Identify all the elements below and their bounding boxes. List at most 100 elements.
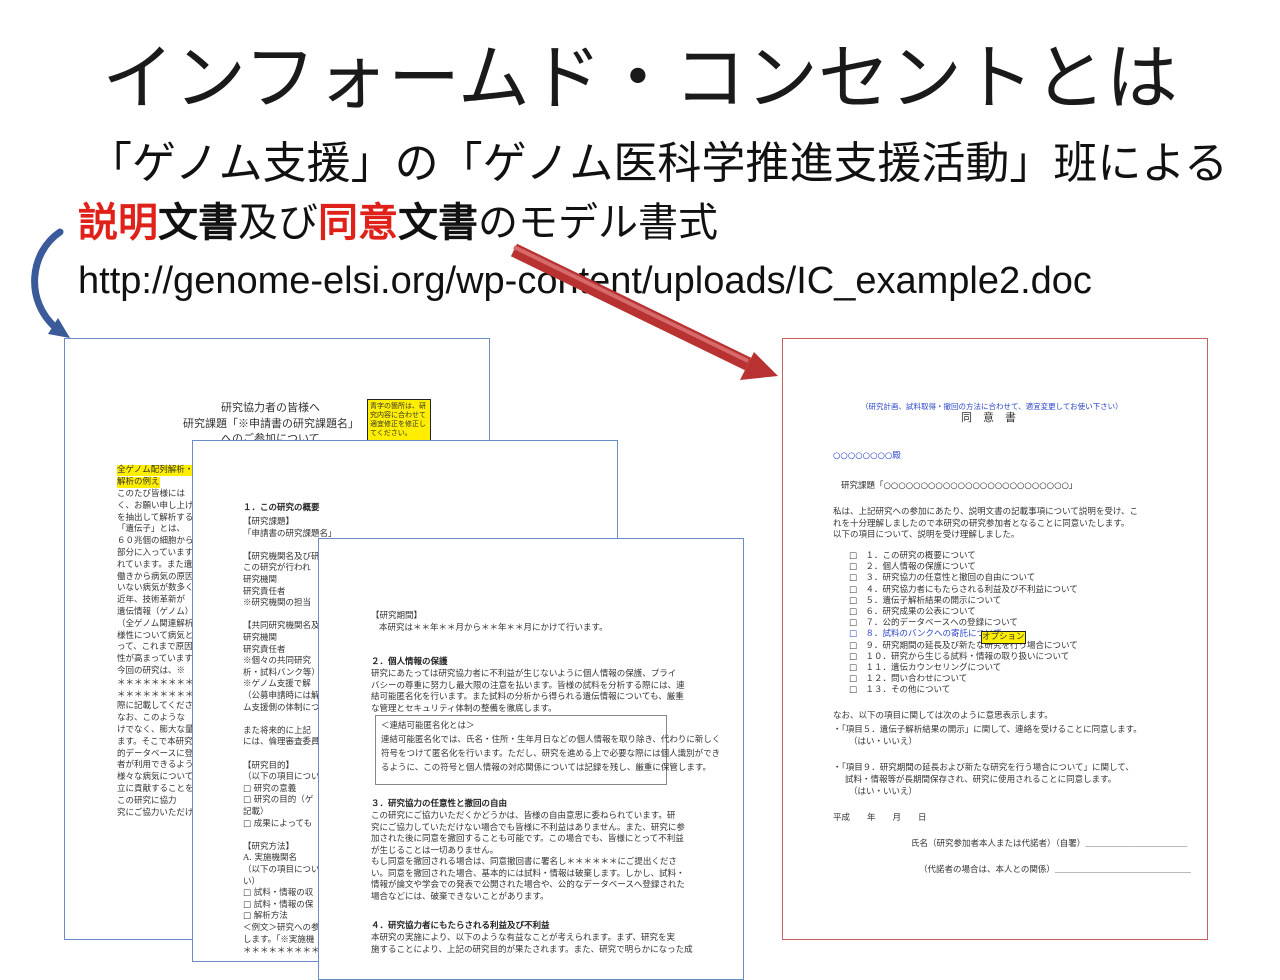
doc-b-body-line: □ 成果によっても [243,818,313,829]
doc-c-section-2-line: バシーの尊重に努力し最大限の注意を払います。皆様の試料を分析する際には、連 [371,680,685,691]
doc-c-box-line: 符号をつけて匿名化を行います。ただし、研究を進める上で必要な際には個人識別ができ [381,749,721,759]
doc-c-heading-4: ４．研究協力者にもたらされる利益及び不利益 [371,921,550,931]
doc-a-highlight-1: 全ゲノム配列解析・ [117,465,194,476]
doc-b-body-line: 【研究課題】 [243,517,295,527]
slide-title: インフォームド・コンセントとは [102,36,1178,120]
doc-d-title: 同 意 書 [961,411,1016,424]
doc-b-body-line: 研究機関 [243,633,278,643]
doc-a-body-line: 的データベースに登 [117,748,194,759]
doc-d-q2-answer: （はい・いいえ） [849,787,918,797]
doc-d-option-tag: オプション [981,631,1026,644]
doc-d-checklist-item-line: □ １３．その他について [849,685,951,696]
doc-d-signature: 氏名（研究参加者本人または代諾者）（自署）＿＿＿＿＿＿＿＿＿＿＿＿ [911,839,1188,849]
doc-b-body-line: □ 解析方法 [243,911,288,922]
doc-d-addressee: ○○○○○○○○殿 [833,451,901,461]
doc-c-box-line: るように、この符号と個人情報の対応関係については記録を残し、厳重に保管します。 [381,763,711,773]
doc-b-body-line: 研究責任者 [243,644,286,655]
doc-b-body-line: ※個々の共同研究 [243,656,312,667]
doc-c-section-3-line: もし同意を撤回される場合は、同意撤回書に署名し＊＊＊＊＊＊にご提出くださ [371,857,677,867]
doc-c-box-line: ＜連結可能匿名化とは＞ [381,721,475,731]
doc-b-body-line: （以下の項目につい [243,772,320,783]
doc-d-checklist-item-line: □ １０．研究から生じる試料・情報の取り扱いについて [849,651,1070,662]
doc-a-body-line: なお、このような [117,713,186,724]
doc-b-body-line: 研究責任者 [243,586,286,597]
doc-d-intent-label: なお、以下の項目に関しては次のように意思表示します。 [833,711,1053,721]
heading-document-1: 文書 [158,200,238,246]
doc-a-body-line: 部分に入っています [117,548,194,558]
doc-b-body-line: 記載） [243,807,269,817]
heading-model-format: のモデル書式 [478,200,718,246]
doc-c-section-3-line: この研究にご協力いただくかどうかは、皆様の自由意思に委ねられています。研 [371,811,676,821]
doc-a-yellow-note: 青字の箇所は、研究内容に合わせて適宜修正を修正してください。 [367,399,431,443]
doc-d-checklist-item-line: □ ４．研究協力者にもたらされる利益及び不利益について [849,584,1078,595]
doc-a-body-line: 究にご協力いただけ [117,807,194,818]
doc-b-body-line: （以下の項目につい [243,865,320,875]
doc-a-body-line: この研究に協力 [117,795,177,806]
doc-c-box-line: 連結可能匿名化では、氏名・住所・生年月日などの個人情報を取り除き、代わりに新しく [381,735,721,745]
doc-a-line1: 研究協力者の皆様へ [221,401,320,414]
doc-b-body-line: 【共同研究機関名及 [243,621,320,632]
doc-a-body-line: ＊＊＊＊＊＊＊＊＊ [117,689,194,700]
doc-c-section-3-line: い。同意を撤回された場合、基本的には試料・情報は破棄します。しかし、試料・ [371,868,685,879]
doc-a-highlight-2: 解析の例え [117,477,160,488]
doc-d-checklist-item-line: □ ９．研究期間の延長及び新たな研究を行う場合について [849,640,1078,651]
doc-d-subject: 研究課題「○○○○○○○○○○○○○○○○○○○○○○○○○」 [841,481,1078,491]
doc-b-body-line: には、倫理審査委員 [243,737,320,748]
doc-a-body-line: いない病気が数多く [117,583,194,594]
doc-b-body-line: い） [243,876,261,887]
doc-a-body-line: を抽出して解析する [117,512,194,523]
doc-b-body-line: 研究機関 [243,575,278,585]
doc-a-body-line: 様性について病気と [117,630,194,641]
doc-b-body-line: A. 実施機関名 [243,853,298,864]
doc-c-heading-2: ２．個人情報の保護 [371,657,448,667]
doc-a-body-line: 今回の研究は、※ [117,666,186,676]
doc-c-section-2-line: 結可能匿名化を行います。また試料の分析から得られる遺伝情報についても、厳重 [371,692,684,702]
doc-d-checklist-item-line: □ ７．公的データベースへの登録について [849,618,1018,629]
doc-d-checklist-item-line: □ １１．遺伝カウンセリングについて [849,663,1002,673]
document-url[interactable]: http://genome-elsi.org/wp-content/upload… [78,258,1092,304]
doc-d-checklist-item-line: □ ６．研究成果の公表について [849,607,976,617]
doc-a-body-line: ＊＊＊＊＊＊＊＊＊ [117,677,194,688]
doc-c-period-text: 本研究は＊＊年＊＊月から＊＊年＊＊月にかけて行います。 [379,623,608,633]
doc-c-section-2-line: な管理とセキュリティ体制の整備を徹底します。 [371,703,557,714]
doc-c-section-4-line: 施することにより、上記の研究目的が果たされます。また、研究で明らかになった成 [371,944,693,955]
doc-b-body-line: します。「※実施機 [243,934,315,945]
doc-d-checklist-item-line: □ ８．試料のバンクへの寄託について [849,629,1002,640]
doc-d-checklist-item-line: □ １．この研究の概要について [849,551,976,561]
doc-b-body-line: ※ゲノム支援で解 [243,679,311,690]
doc-a-body-line: けでなく、膨大な量 [117,725,194,735]
doc-b-heading: １．この研究の概要 [243,503,320,513]
consent-document: （研究計画、試料取得・撤回の方法に合わせて、適宜変更してお使い下さい） 同 意 … [782,338,1208,940]
doc-d-checklist-item-line: □ ３．研究協力の任意性と撤回の自由について [849,573,1036,584]
doc-d-q2: ・「項目９．研究期間の延長および新たな研究を行う場合について」に関して、 [833,763,1134,773]
doc-a-body-line: 立に貢献することを [117,784,194,794]
doc-a-line2: 研究課題「※申請書の研究課題名」 [183,417,359,430]
doc-a-body-line: 者が利用できるよう [117,760,194,771]
doc-b-body-line: ※研究機関の担当 [243,598,312,609]
doc-b-body-line: 【研究方法】 [243,841,295,852]
doc-b-body-line: 【研究目的】 [243,760,295,771]
doc-d-paragraph-line: 私は、上記研究への参加にあたり、説明文書の記載事項について説明を受け、こ [833,507,1138,517]
doc-b-body-line: ＊＊＊＊＊＊＊＊＊ [243,946,320,957]
doc-b-body-line: 析・試料バンク等） [243,667,320,678]
doc-b-body-line: ＜例文＞研究への参 [243,923,320,933]
doc-c-section-3-line: が生じることは一切ありません。 [371,845,499,856]
doc-a-body-line: ６０兆個の細胞から [117,536,194,547]
doc-d-paragraph-line: 以下の項目について、説明を受け理解しました。 [833,530,1020,540]
doc-d-q2-line2: 試料・情報等が長期間保存され、研究に使用されることに同意します。 [845,775,1117,785]
doc-d-paragraph-line: れを十分理解しましたので本研究の研究参加者となることに同意いたします。 [833,518,1130,529]
doc-c-section-3-line: 究にご協力していただけない場合でも皆様に不利益はありません。また、研究に参 [371,822,685,833]
heading-explanation: 説明 [78,200,158,246]
doc-c-section-3-line: 情報が論文や学会での発表で公開された場合や、公的なデータベースへ登録された [371,880,685,890]
doc-d-relationship: （代諾者の場合は、本人との関係）＿＿＿＿＿＿＿＿＿＿＿＿＿＿＿＿ [919,865,1191,875]
doc-c-section-3-line: 加された後に同意を撤回することも可能です。この場合でも、皆様にとって不利益 [371,834,684,844]
doc-a-body-line: このたび皆様には [117,489,186,499]
heading-and: 及び [238,200,318,246]
doc-a-body-line: 性が高まっています [117,654,193,665]
doc-d-date: 平成 年 月 日 [833,813,927,823]
doc-b-body-line: 【研究機関名及び研 [243,551,320,562]
blue-curved-arrow [31,228,64,332]
doc-a-body-line: く、お願い申し上げ [117,500,194,511]
doc-a-body-line: 働きから病気の原因 [117,571,194,582]
blue-arrow-head [48,318,70,338]
